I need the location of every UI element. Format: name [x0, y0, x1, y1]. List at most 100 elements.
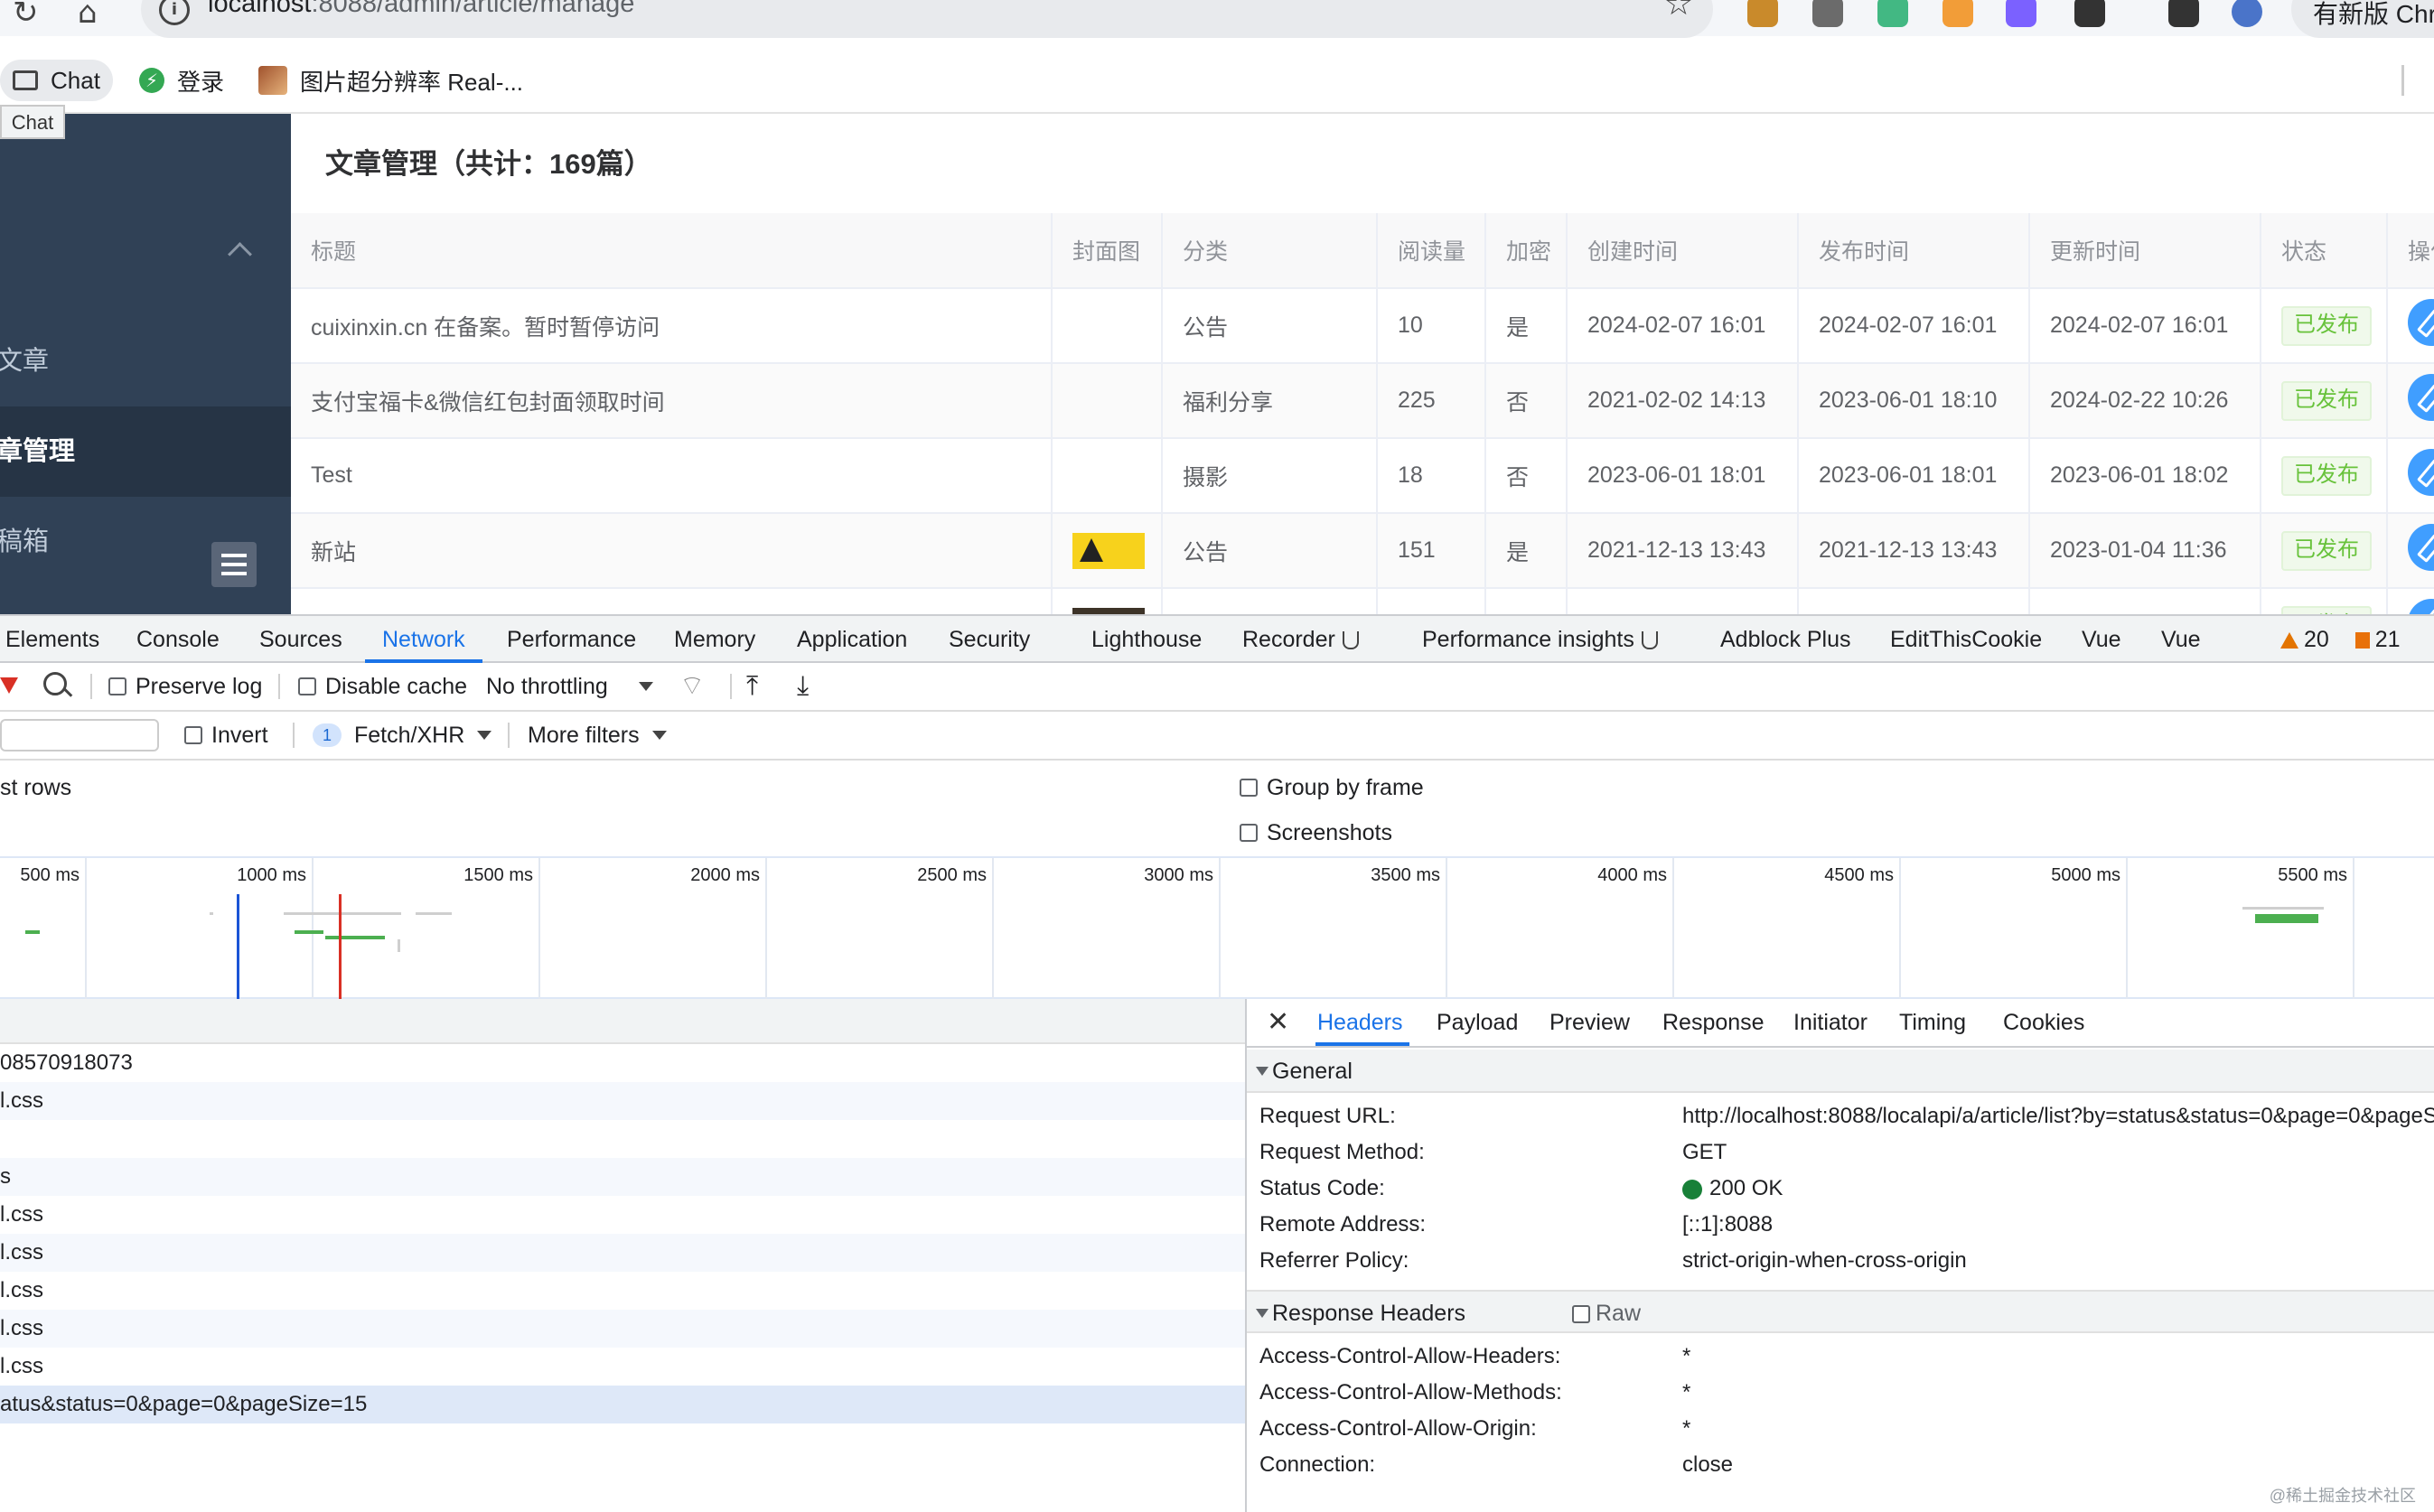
request-row[interactable]: l.css: [0, 1348, 1245, 1386]
network-conditions-icon[interactable]: ⌔: [679, 663, 705, 710]
tab-payload[interactable]: Payload: [1437, 999, 1518, 1046]
tab-sources[interactable]: Sources: [259, 616, 342, 663]
more-filters-dropdown[interactable]: More filters: [528, 712, 667, 759]
request-row[interactable]: l.css: [0, 1082, 1245, 1120]
bookmark-chat[interactable]: Chat: [0, 60, 113, 101]
hamburger-menu-icon[interactable]: [211, 542, 257, 587]
col-encrypted[interactable]: 加密: [1485, 213, 1568, 289]
response-headers-section-header[interactable]: Response Headers Raw: [1247, 1290, 2434, 1333]
tab-lighthouse[interactable]: Lighthouse: [1091, 616, 1202, 663]
bookmark-realesrgan[interactable]: 图片超分辨率 Real-...: [246, 60, 536, 101]
edit-button[interactable]: [2408, 599, 2434, 614]
issue-counters[interactable]: 20 21: [2280, 627, 2401, 653]
filter-input[interactable]: [0, 719, 159, 751]
tab-timing[interactable]: Timing: [1899, 999, 1966, 1046]
address-bar[interactable]: i localhost:8088/admin/article/manage ☆: [141, 0, 1713, 38]
col-title[interactable]: 标题: [291, 213, 1053, 289]
tab-preview[interactable]: Preview: [1549, 999, 1630, 1046]
col-created[interactable]: 创建时间: [1567, 213, 1799, 289]
col-status[interactable]: 状态: [2261, 213, 2388, 289]
throttling-select[interactable]: No throttling: [486, 663, 653, 710]
vue-extension-icon[interactable]: [1877, 0, 1908, 27]
selected-request-row[interactable]: atus&status=0&page=0&pageSize=15: [0, 1386, 1245, 1423]
recycle-extension-icon[interactable]: [1812, 0, 1843, 27]
tab-adblock-plus[interactable]: Adblock Plus: [1720, 616, 1851, 663]
url-text[interactable]: localhost:8088/admin/article/manage: [208, 0, 634, 19]
checkbox[interactable]: [1240, 824, 1258, 842]
disable-cache-checkbox[interactable]: Disable cache: [298, 663, 467, 710]
chevron-up-icon[interactable]: [228, 242, 252, 266]
edit-button[interactable]: [2408, 374, 2434, 421]
resource-type-filter[interactable]: 1 Fetch/XHR: [313, 712, 492, 759]
tab-vue-2[interactable]: Vue: [2161, 616, 2201, 663]
tab-recorder[interactable]: Recorder: [1242, 616, 1359, 663]
tab-performance-insights[interactable]: Performance insights: [1422, 616, 1658, 663]
tab-editthiscookie[interactable]: EditThisCookie: [1890, 616, 2042, 663]
raw-checkbox[interactable]: Raw: [1572, 1292, 1641, 1335]
tab-cookies[interactable]: Cookies: [2003, 999, 2084, 1046]
profile-avatar-icon[interactable]: [2232, 0, 2262, 27]
edit-button[interactable]: [2408, 524, 2434, 571]
request-row[interactable]: l.css: [0, 1310, 1245, 1348]
extension-icon[interactable]: [1943, 0, 1973, 27]
update-chrome-button[interactable]: 有新版 Chr: [2291, 0, 2434, 38]
col-cover[interactable]: 封面图: [1052, 213, 1163, 289]
tab-vue[interactable]: Vue: [2082, 616, 2121, 663]
close-icon[interactable]: ✕: [1267, 1006, 1289, 1038]
home-icon[interactable]: ⌂: [78, 0, 98, 31]
table-row[interactable]: 支付宝福卡&微信红包封面领取时间 福利分享 225 否 2021-02-02 14:13…: [291, 363, 2434, 439]
tab-console[interactable]: Console: [136, 616, 220, 663]
bookmark-login[interactable]: ⚡ 登录: [126, 60, 237, 101]
tab-elements[interactable]: Elements: [5, 616, 99, 663]
site-info-icon[interactable]: i: [159, 0, 190, 25]
col-updated[interactable]: 更新时间: [2029, 213, 2261, 289]
puzzle-extension-icon[interactable]: [2074, 0, 2105, 27]
tab-application[interactable]: Application: [797, 616, 907, 663]
request-row[interactable]: [0, 1120, 1245, 1158]
tab-response[interactable]: Response: [1662, 999, 1765, 1046]
filter-icon[interactable]: [0, 677, 18, 694]
edit-button[interactable]: [2408, 449, 2434, 496]
cookie-extension-icon[interactable]: [1747, 0, 1778, 27]
request-row[interactable]: l.css: [0, 1234, 1245, 1272]
checkbox[interactable]: [298, 677, 316, 695]
preserve-log-checkbox[interactable]: Preserve log: [108, 663, 262, 710]
edit-button[interactable]: [2408, 299, 2434, 346]
table-row[interactable]: 一顿饭，学会CSS动画（上）|CSS动画CSS166否2021-09-09 10…: [291, 588, 2434, 614]
col-views[interactable]: 阅读量: [1377, 213, 1486, 289]
col-category[interactable]: 分类: [1162, 213, 1378, 289]
tab-security[interactable]: Security: [949, 616, 1030, 663]
col-actions[interactable]: 操作: [2387, 213, 2434, 289]
tab-network[interactable]: Network: [382, 616, 465, 663]
search-icon[interactable]: [43, 672, 67, 695]
checkbox[interactable]: [1240, 779, 1258, 797]
general-section-header[interactable]: General: [1247, 1050, 2434, 1093]
sidebar-item-article[interactable]: 文章: [0, 316, 291, 406]
sidepanel-icon[interactable]: [2168, 0, 2199, 27]
screenshots-checkbox[interactable]: Screenshots: [1240, 809, 1392, 856]
export-har-icon[interactable]: ⤓: [797, 663, 809, 710]
reload-icon[interactable]: ↻: [13, 0, 39, 31]
checkbox[interactable]: [1572, 1305, 1590, 1324]
color-picker-extension-icon[interactable]: [2006, 0, 2036, 27]
checkbox[interactable]: [108, 677, 126, 695]
tab-headers[interactable]: Headers: [1317, 999, 1403, 1046]
invert-checkbox[interactable]: Invert: [184, 712, 268, 759]
request-row[interactable]: 08570918073: [0, 1044, 1245, 1082]
tab-initiator[interactable]: Initiator: [1793, 999, 1868, 1046]
sidebar-item-article-manage[interactable]: 章管理: [0, 406, 291, 497]
table-row[interactable]: Test 摄影 18 否 2023-06-01 18:01 2023-06-01 18:0…: [291, 438, 2434, 514]
bookmark-star-icon[interactable]: ☆: [1664, 0, 1693, 23]
big-request-rows-option[interactable]: st rows: [0, 764, 71, 811]
group-by-frame-checkbox[interactable]: Group by frame: [1240, 764, 1424, 811]
tab-memory[interactable]: Memory: [674, 616, 755, 663]
import-har-icon[interactable]: ⤒: [746, 663, 758, 710]
network-overview-timeline[interactable]: 500 ms 1000 ms 1500 ms 2000 ms 2500 ms 3000 m…: [0, 856, 2434, 999]
table-row[interactable]: cuixinxin.cn 在备案。暂时暂停访问 公告 10 是 2024-02-07 1…: [291, 288, 2434, 364]
tab-performance[interactable]: Performance: [507, 616, 636, 663]
col-published[interactable]: 发布时间: [1798, 213, 2030, 289]
table-row[interactable]: 新站 公告 151 是 2021-12-13 13:43 2021-12-13 13:43…: [291, 513, 2434, 589]
request-row[interactable]: l.css: [0, 1272, 1245, 1310]
request-row[interactable]: s: [0, 1158, 1245, 1196]
checkbox[interactable]: [184, 726, 202, 744]
